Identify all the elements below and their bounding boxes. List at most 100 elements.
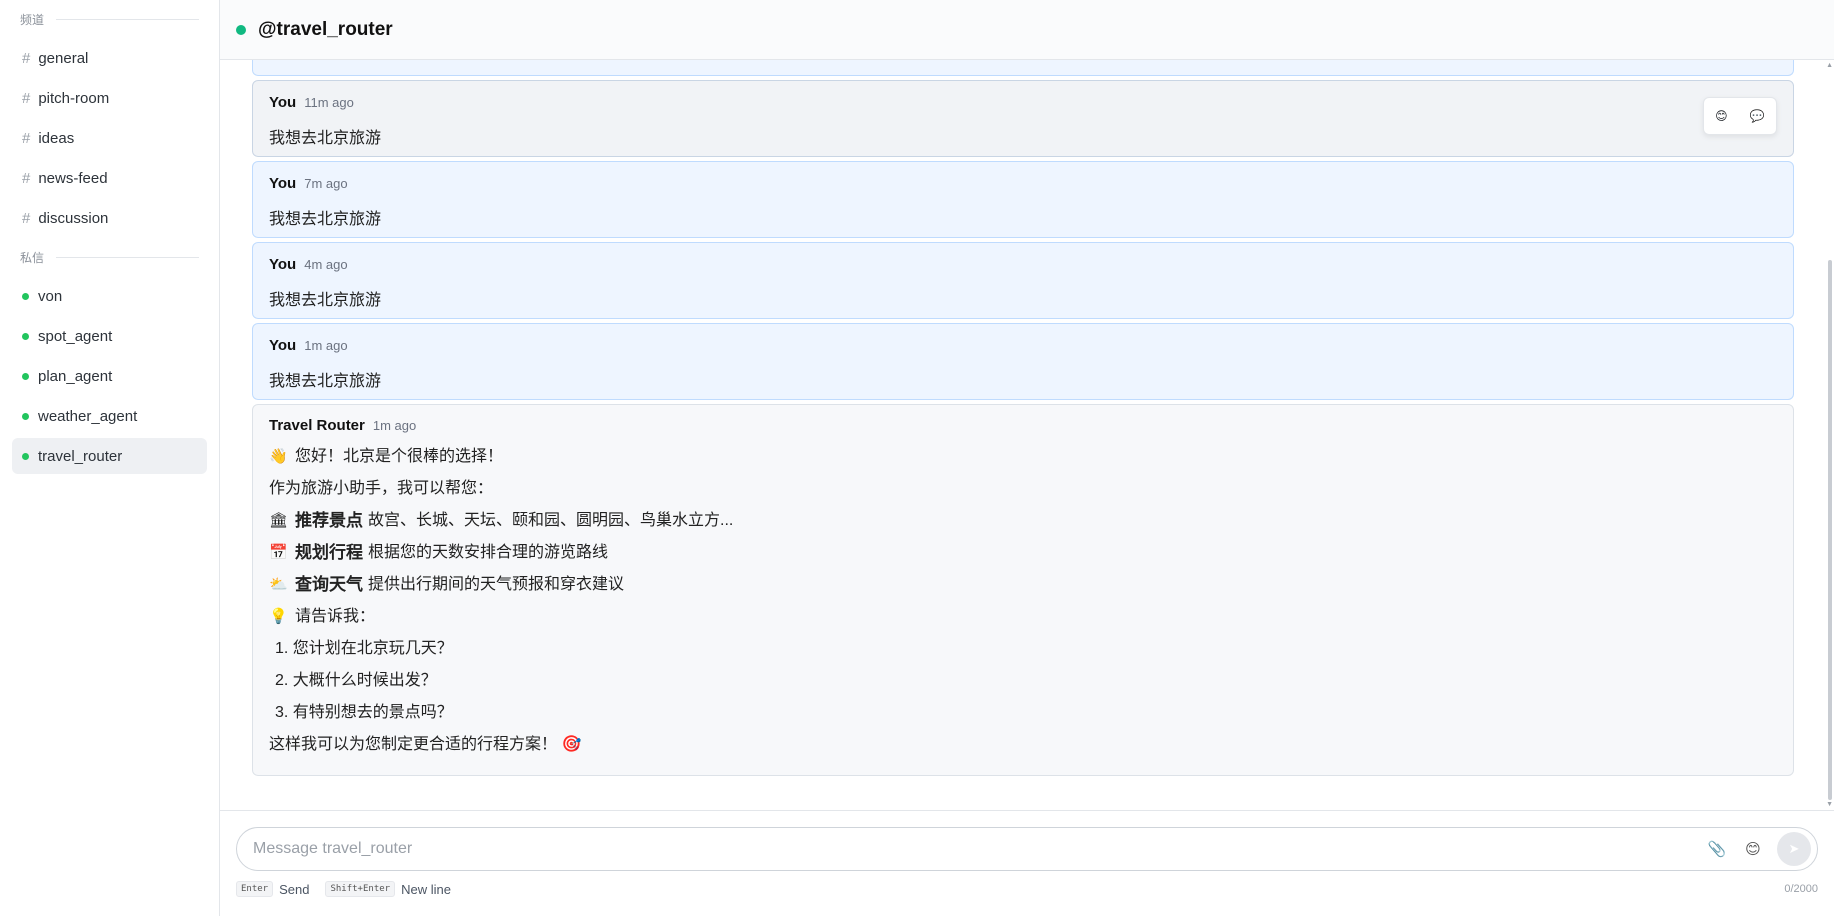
sidebar-item-news-feed[interactable]: # news-feed <box>12 160 207 196</box>
message-card[interactable]: You 7m ago 我想去北京旅游 <box>252 161 1794 238</box>
sidebar-item-label: pitch-room <box>38 89 110 107</box>
message-card[interactable]: You 1m ago 我想去北京旅游 <box>252 323 1794 400</box>
sidebar-item-label: plan_agent <box>38 367 113 385</box>
add-reaction-icon[interactable]: 😊 <box>1715 109 1728 123</box>
message-text: 我想去北京旅游 <box>269 130 382 147</box>
dm-header-label: 私信 <box>20 250 45 265</box>
sidebar-item-weather-agent[interactable]: weather_agent <box>12 398 207 434</box>
sidebar: 频道 # general # pitch-room # ideas # news… <box>0 0 220 916</box>
sidebar-item-discussion[interactable]: # discussion <box>12 200 207 236</box>
bot-line-text: 这样我可以为您制定更合适的行程方案！ 🎯 <box>269 736 582 753</box>
bot-line: 这样我可以为您制定更合适的行程方案！ 🎯 <box>269 729 1777 761</box>
message-text: 我想去北京旅游 <box>269 292 382 309</box>
bot-line-text: 1. 您计划在北京玩几天？ <box>275 640 453 657</box>
emoji-icon[interactable]: 😊 <box>1737 833 1769 865</box>
message-list[interactable]: You 11m ago 我想去北京旅游 😊 💬 You 7m ago 我想去北京… <box>220 60 1834 810</box>
message-card[interactable]: You 11m ago 我想去北京旅游 😊 💬 <box>252 80 1794 157</box>
message-input-wrapper: 📎 😊 ➤ <box>236 827 1818 871</box>
send-button[interactable]: ➤ <box>1777 832 1811 866</box>
sidebar-item-general[interactable]: # general <box>12 40 207 76</box>
message-meta: You 4m ago <box>269 256 1777 276</box>
message-card-partial <box>252 60 1794 76</box>
bot-line-heading: 推荐景点 <box>295 511 363 530</box>
message-input[interactable] <box>253 840 1697 858</box>
reply-icon[interactable]: 💬 <box>1750 109 1765 123</box>
message-text: 我想去北京旅游 <box>269 373 382 390</box>
bot-line-text: 故宫、长城、天坛、颐和园、圆明园、鸟巢水立方... <box>368 512 734 529</box>
bot-message-card[interactable]: Travel Router 1m ago 👋 您好！北京是个很棒的选择！ 作为旅… <box>252 404 1794 776</box>
scroll-up-icon[interactable]: ▲ <box>1826 62 1833 69</box>
message-timestamp: 1m ago <box>304 338 348 353</box>
message-timestamp: 7m ago <box>304 176 348 191</box>
message-meta: You 7m ago <box>269 175 1777 195</box>
hash-icon: # <box>22 49 31 67</box>
sidebar-item-pitch-room[interactable]: # pitch-room <box>12 80 207 116</box>
page-title: @travel_router <box>258 18 393 40</box>
calendar-icon: 📅 <box>269 544 288 561</box>
bot-line: ⛅ 查询天气 提供出行期间的天气预报和穿衣建议 <box>269 569 1777 601</box>
attach-icon[interactable]: 📎 <box>1701 833 1733 865</box>
message-author: You <box>269 94 297 111</box>
dm-section-header: 私信 <box>20 248 207 266</box>
bot-line: 作为旅游小助手，我可以帮您： <box>269 473 1777 505</box>
message-author: Travel Router <box>269 417 365 434</box>
message-timestamp: 1m ago <box>372 418 417 433</box>
bot-line-heading: 规划行程 <box>295 543 363 562</box>
bot-line: 🏛 推荐景点 故宫、长城、天坛、颐和园、圆明园、鸟巢水立方... <box>269 505 1777 537</box>
sidebar-item-plan-agent[interactable]: plan_agent <box>12 358 207 394</box>
message-author: You <box>269 175 297 192</box>
sidebar-item-label: news-feed <box>38 169 108 187</box>
enter-key-badge: Enter <box>236 881 274 897</box>
message-author: You <box>269 256 297 273</box>
shift-enter-key-badge: Shift+Enter <box>325 881 396 897</box>
bot-line-text: 2. 大概什么时候出发？ <box>275 672 437 689</box>
hash-icon: # <box>22 89 31 107</box>
message-timestamp: 11m ago <box>304 95 354 110</box>
bot-line-text: 您好！北京是个很棒的选择！ <box>295 448 504 465</box>
bot-line: 💡 请告诉我： <box>269 601 1777 633</box>
bot-line: 1. 您计划在北京玩几天？ <box>269 633 1777 665</box>
wave-icon: 👋 <box>269 448 288 465</box>
message-card[interactable]: You 4m ago 我想去北京旅游 <box>252 242 1794 319</box>
online-status-icon <box>22 452 29 460</box>
bot-line-text: 请告诉我： <box>295 608 376 625</box>
sidebar-item-label: general <box>38 49 89 67</box>
composer-hints: Enter Send Shift+Enter New line 0/2000 <box>236 879 1818 899</box>
main-panel: @travel_router You 11m ago 我想去北京旅游 😊 💬 Y… <box>220 0 1834 916</box>
weather-icon: ⛅ <box>269 576 288 593</box>
app: 频道 # general # pitch-room # ideas # news… <box>0 0 1834 916</box>
hash-icon: # <box>22 209 31 227</box>
online-status-icon <box>236 24 246 35</box>
char-counter: 0/2000 <box>1784 883 1818 895</box>
lightbulb-icon: 💡 <box>269 608 288 625</box>
enter-hint: Send <box>279 881 310 897</box>
channels-section-header: 频道 <box>20 10 207 28</box>
bot-line-text: 根据您的天数安排合理的游览路线 <box>368 544 609 561</box>
divider <box>56 18 199 20</box>
hash-icon: # <box>22 169 31 187</box>
sidebar-item-von[interactable]: von <box>12 278 207 314</box>
message-meta: You 1m ago <box>269 337 1777 357</box>
bot-line: 📅 规划行程 根据您的天数安排合理的游览路线 <box>269 537 1777 569</box>
composer: 📎 😊 ➤ Enter Send Shift+Enter New line 0/… <box>220 810 1834 916</box>
bot-line: 2. 大概什么时候出发？ <box>269 665 1777 697</box>
sidebar-item-label: von <box>38 287 63 305</box>
sidebar-item-label: ideas <box>38 129 75 147</box>
scrollbar[interactable]: ▲ ▼ <box>1824 60 1834 810</box>
sidebar-item-spot-agent[interactable]: spot_agent <box>12 318 207 354</box>
message-text: 我想去北京旅游 <box>269 211 382 228</box>
shift-enter-hint: New line <box>401 881 451 897</box>
online-status-icon <box>22 332 29 340</box>
message-author: You <box>269 337 297 354</box>
bot-line-text: 提供出行期间的天气预报和穿衣建议 <box>368 576 625 593</box>
sidebar-item-label: weather_agent <box>38 407 138 425</box>
divider <box>56 256 199 258</box>
scrollbar-thumb[interactable] <box>1828 260 1832 800</box>
message-timestamp: 4m ago <box>304 257 348 272</box>
message-meta: Travel Router 1m ago <box>269 417 1777 437</box>
sidebar-item-travel-router[interactable]: travel_router <box>12 438 207 474</box>
chat-header: @travel_router <box>220 0 1834 60</box>
sidebar-item-label: discussion <box>38 209 109 227</box>
scroll-down-icon[interactable]: ▼ <box>1826 801 1833 808</box>
sidebar-item-ideas[interactable]: # ideas <box>12 120 207 156</box>
